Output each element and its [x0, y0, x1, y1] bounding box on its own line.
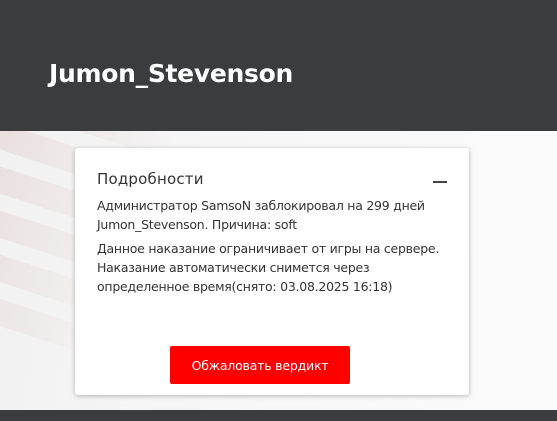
- ban-info-text: Администратор SamsoN заблокировал на 299…: [97, 198, 425, 232]
- player-name: Jumon_Stevenson: [49, 59, 293, 88]
- minus-icon[interactable]: [432, 174, 448, 190]
- card-title: Подробности: [97, 170, 204, 188]
- details-card: Подробности Администратор SamsoN заблоки…: [75, 148, 469, 395]
- footer-bar: [0, 410, 557, 421]
- page-header: Jumon_Stevenson: [0, 0, 557, 131]
- appeal-verdict-button[interactable]: Обжаловать вердикт: [170, 346, 350, 384]
- punishment-info-text: Данное наказание ограничивает от игры на…: [97, 241, 440, 294]
